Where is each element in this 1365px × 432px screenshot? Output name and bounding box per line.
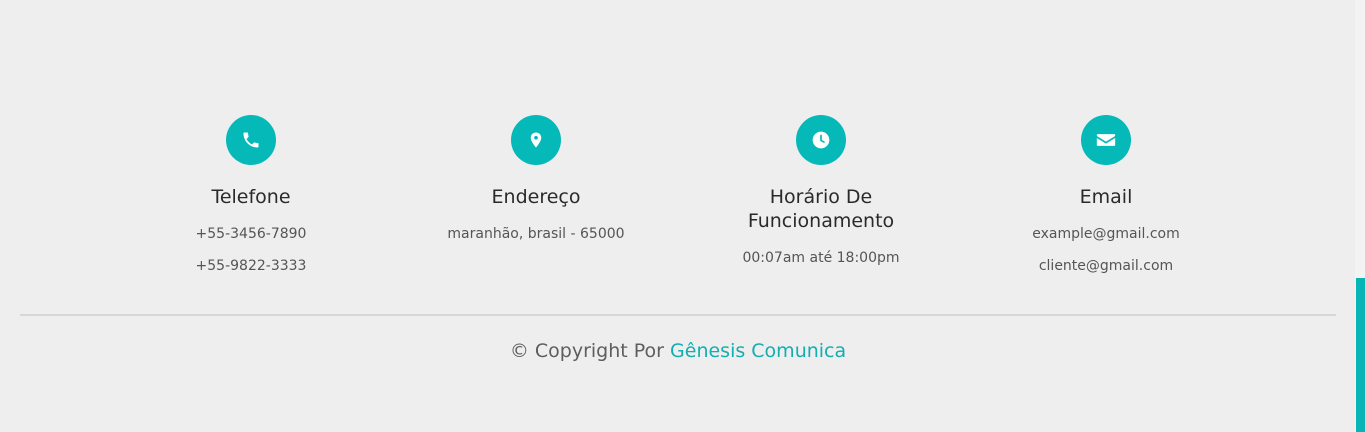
- contact-title-phone: Telefone: [211, 186, 291, 208]
- clock-icon: [812, 131, 830, 149]
- contact-card-hours: Horário De Funcionamento 00:07am até 18:…: [706, 115, 936, 274]
- footer-divider: [20, 314, 1336, 316]
- phone-number-1[interactable]: +55-3456-7890: [136, 218, 366, 250]
- hours-title-line-1: Horário De: [769, 186, 873, 208]
- contact-title-email: Email: [1079, 186, 1133, 208]
- brand-link[interactable]: Gênesis Comunica: [670, 340, 846, 362]
- phone-number-2[interactable]: +55-9822-3333: [136, 250, 366, 282]
- map-pin-icon: [530, 132, 542, 148]
- phone-icon: [243, 132, 259, 148]
- scrollbar-thumb[interactable]: [1356, 278, 1365, 432]
- scrollbar-track[interactable]: [1355, 0, 1365, 432]
- address-line: maranhão, brasil - 65000: [447, 226, 625, 242]
- envelope-icon: [1096, 134, 1116, 146]
- contact-card-email: Email example@gmail.com cliente@gmail.co…: [991, 115, 1221, 282]
- contact-card-phone: Telefone +55-3456-7890 +55-9822-3333: [136, 115, 366, 282]
- copyright-text: © Copyright Por Gênesis Comunica: [0, 338, 1356, 364]
- email-address-2[interactable]: cliente@gmail.com: [991, 250, 1221, 282]
- footer-contact-section: Telefone +55-3456-7890 +55-9822-3333 End…: [0, 0, 1365, 432]
- email-address-1[interactable]: example@gmail.com: [991, 218, 1221, 250]
- contact-title-hours: Horário De Funcionamento: [706, 185, 936, 233]
- contact-card-address: Endereço maranhão, brasil - 65000: [421, 115, 651, 250]
- hours-title-line-2: Funcionamento: [747, 210, 895, 232]
- clock-icon-circle: [796, 115, 846, 165]
- copyright-prefix: © Copyright Por: [509, 340, 671, 362]
- contact-title-address: Endereço: [491, 186, 581, 208]
- hours-line: 00:07am até 18:00pm: [742, 250, 900, 266]
- envelope-icon-circle: [1081, 115, 1131, 165]
- phone-icon-circle: [226, 115, 276, 165]
- map-pin-icon-circle: [511, 115, 561, 165]
